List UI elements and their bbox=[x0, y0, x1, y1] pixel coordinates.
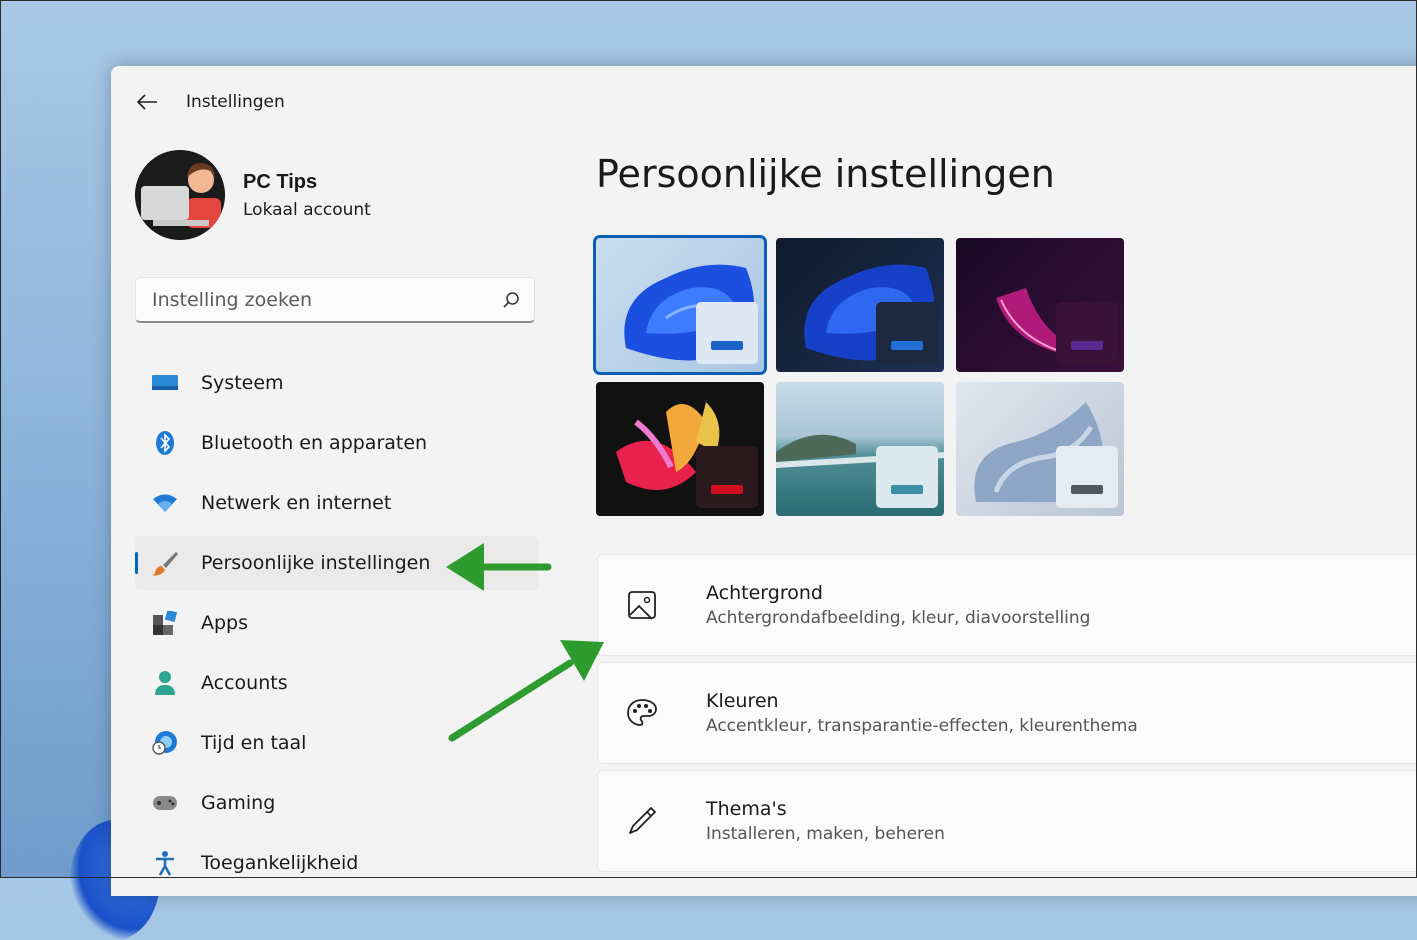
annotation-arrows bbox=[446, 543, 604, 742]
annotation-arrow-sidebar bbox=[446, 543, 552, 591]
annotation-arrow-card bbox=[448, 640, 604, 742]
